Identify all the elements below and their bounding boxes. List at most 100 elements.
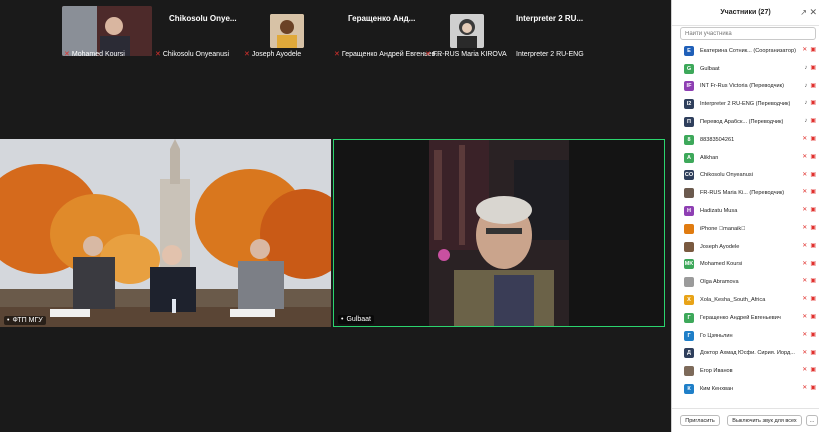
participant-photo	[450, 14, 484, 48]
mic-muted-icon: ✕	[802, 135, 808, 142]
strip-tile[interactable]: Interpreter 2 RU... Interpreter 2 RU-ENG	[514, 6, 604, 58]
participant-name: Gulbaat	[700, 65, 720, 72]
camera-off-icon: ▣	[810, 153, 816, 160]
video-label-text: Gulbaat	[346, 316, 371, 323]
participant-status-icons: ✕ ▣	[802, 367, 816, 374]
camera-off-icon: ▣	[810, 349, 816, 356]
participant-name: Hadizatu Musa	[700, 208, 738, 215]
mute-all-button[interactable]: Выключить звук для всех	[727, 415, 802, 426]
participant-name: Interpreter 2 RU-ENG (Переводчик)	[700, 101, 791, 108]
strip-tile-name: ✕ FR-RUS Maria KIROVA	[425, 50, 507, 59]
mic-muted-icon: ✕	[802, 153, 808, 160]
avatar	[684, 366, 694, 377]
avatar: G	[684, 63, 694, 74]
participant-row[interactable]: П Перевод Арабск... (Переводчик) ♪ ▣	[672, 113, 819, 131]
camera-off-icon: ▣	[810, 135, 816, 142]
participant-row[interactable]: Olga Abramova ✕ ▣	[672, 273, 819, 291]
camera-off-icon: ▣	[810, 100, 816, 107]
mic-muted-icon: ✕	[802, 260, 808, 267]
participant-search-input[interactable]	[680, 27, 816, 40]
participant-photo	[270, 14, 304, 48]
mic-muted-icon: ✕	[802, 171, 808, 178]
camera-off-icon: ▣	[810, 189, 816, 196]
panel-header: Участники (27) ↗ ✕	[672, 0, 819, 26]
participant-status-icons: ♪ ▣	[804, 100, 816, 107]
avatar: MK	[684, 259, 694, 270]
popout-icon[interactable]: ↗	[800, 8, 807, 17]
close-icon[interactable]: ✕	[809, 7, 817, 18]
participant-name-large: Interpreter 2 RU...	[516, 14, 584, 23]
camera-off-icon: ▣	[810, 278, 816, 285]
person-photo-icon	[270, 14, 304, 48]
video-label-text: ФТП МГУ	[12, 317, 43, 324]
participant-name: Chikosolu Onyeanusi	[162, 50, 230, 58]
panel-title: Участники (27)	[720, 9, 771, 16]
strip-tile[interactable]: Chikosolu Onye... ✕ Chikosolu Onyeanusi	[153, 6, 243, 58]
participant-status-icons: ✕ ▣	[802, 332, 816, 339]
participant-name: INT Fr-Rus Victoria (Переводчик)	[700, 83, 784, 90]
more-button[interactable]: ...	[806, 415, 818, 426]
participant-row[interactable]: Егор Иванов ✕ ▣	[672, 362, 819, 380]
mic-muted-icon: ✕	[802, 367, 808, 374]
participant-status-icons: ✕ ▣	[802, 136, 816, 143]
participant-status-icons: ✕ ▣	[802, 385, 816, 392]
participant-name: Ким Кенхван	[700, 386, 734, 393]
participant-row[interactable]: IF INT Fr-Rus Victoria (Переводчик) ♪ ▣	[672, 78, 819, 96]
avatar: Д	[684, 348, 694, 359]
strip-tile[interactable]: ✕ FR-RUS Maria KIROVA	[425, 6, 513, 59]
participant-row[interactable]: Г Геращенко Андрей Евгеньевич ✕ ▣	[672, 309, 819, 327]
mic-muted-icon: ✕	[802, 242, 808, 249]
mic-muted-icon: ✕	[802, 331, 808, 338]
participant-status-icons: ✕ ▣	[802, 154, 816, 161]
mic-icon: ♪	[804, 64, 808, 71]
participant-row[interactable]: MK Mohamed Koursi ✕ ▣	[672, 256, 819, 274]
avatar: Г	[684, 330, 694, 341]
strip-tile[interactable]: Геращенко Анд... ✕ Геращенко Андрей Евге…	[334, 6, 441, 58]
strip-tile[interactable]: ✕ Mohamed Koursi	[62, 6, 152, 58]
video-feed-right-active-speaker[interactable]: • Gulbaat	[333, 139, 665, 327]
camera-off-icon: ▣	[810, 260, 816, 267]
participant-name: Егор Иванов	[700, 368, 733, 375]
participant-name: Mohamed Koursi	[71, 50, 125, 58]
participant-row[interactable]: FR-RUS Maria Ki... (Переводчик) ✕ ▣	[672, 184, 819, 202]
camera-off-icon: ▣	[810, 118, 816, 125]
participant-row[interactable]: Joseph Ayodele ✕ ▣	[672, 238, 819, 256]
participant-row[interactable]: Д Доктор Ахмад Юсфи. Сирия. Иорд... ✕ ▣	[672, 345, 819, 363]
participant-row[interactable]: I2 Interpreter 2 RU-ENG (Переводчик) ♪ ▣	[672, 95, 819, 113]
participant-row[interactable]: CO Chikosolu Onyeanusi ✕ ▣	[672, 167, 819, 185]
participant-row[interactable]: A Alikhan ✕ ▣	[672, 149, 819, 167]
participant-name: Joseph Ayodele	[700, 243, 740, 250]
camera-off-icon: ▣	[810, 385, 816, 392]
participant-row[interactable]: 8 88383504261 ✕ ▣	[672, 131, 819, 149]
participant-row[interactable]: X Xola_Kesha_South_Africa ✕ ▣	[672, 291, 819, 309]
participant-row[interactable]: H Hadizatu Musa ✕ ▣	[672, 202, 819, 220]
mic-muted-icon: ✕	[802, 189, 808, 196]
participant-name: Joseph Ayodele	[251, 50, 302, 58]
strip-tile[interactable]: ✕ Joseph Ayodele	[244, 6, 332, 59]
participant-row[interactable]: К Ким Кенхван ✕ ▣	[672, 380, 819, 398]
avatar: IF	[684, 81, 694, 92]
mic-muted-icon: ✕	[334, 51, 340, 58]
avatar: I2	[684, 99, 694, 110]
participant-name: FR-RUS Maria Ki... (Переводчик)	[700, 190, 785, 197]
video-feed-left[interactable]: • ФТП МГУ	[0, 139, 331, 327]
participant-status-icons: ✕ ▣	[802, 189, 816, 196]
camera-off-icon: ▣	[810, 296, 816, 303]
participant-status-icons: ✕ ▣	[802, 243, 816, 250]
person-silhouette-icon	[62, 6, 152, 56]
participant-row[interactable]: Г Го Цзяньлин ✕ ▣	[672, 327, 819, 345]
participants-panel: Участники (27) ↗ ✕ E Екатерина Сотник... …	[671, 0, 819, 432]
avatar	[684, 188, 694, 199]
participant-status-icons: ✕ ▣	[802, 225, 816, 232]
mic-muted-icon: ✕	[64, 51, 70, 58]
participant-row[interactable]: G Gulbaat ♪ ▣	[672, 60, 819, 78]
avatar: H	[684, 206, 694, 217]
participant-row[interactable]: E Екатерина Сотник... (Соорганизатор) ✕ ▣	[672, 42, 819, 60]
mic-muted-icon: ✕	[244, 51, 250, 58]
participant-row[interactable]: iPhone  manaik  ✕ ▣	[672, 220, 819, 238]
invite-button[interactable]: Пригласить	[680, 415, 720, 426]
strip-tile-name: ✕ Joseph Ayodele	[244, 50, 302, 59]
avatar	[684, 223, 694, 234]
video-label: • Gulbaat	[338, 315, 374, 324]
mic-icon: •	[341, 316, 344, 323]
